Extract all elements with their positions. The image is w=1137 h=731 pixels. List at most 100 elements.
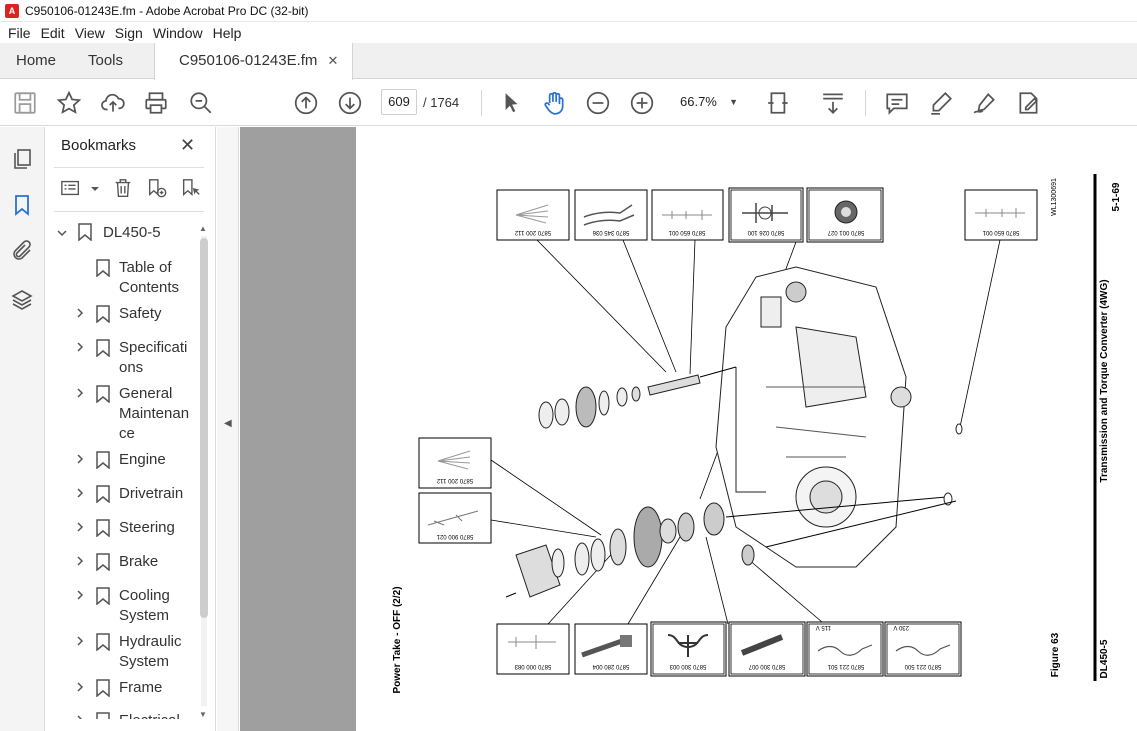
chevron-right-icon[interactable] [74,521,86,533]
menu-help[interactable]: Help [213,25,242,41]
page-number-input[interactable]: 609 [381,89,417,115]
chevron-right-icon[interactable] [74,681,86,693]
bookmark-steering[interactable]: Steering [46,515,198,543]
bookmark-icon [96,679,110,697]
tab-close-icon[interactable]: ✕ [327,53,338,68]
collapse-panel-icon[interactable]: ◀ [224,418,232,429]
menu-file[interactable]: File [8,25,31,41]
cloud-upload-icon[interactable] [100,90,126,116]
chevron-right-icon[interactable] [74,714,86,719]
tool-number: 5870 280 004 [592,663,629,669]
edit-pdf-icon[interactable] [1016,90,1042,116]
zoom-out-icon[interactable] [585,90,611,116]
bookmark-label: Engine [119,451,166,468]
voltage-label: 230 V [893,624,909,630]
panel-splitter[interactable]: ◀ [217,127,239,731]
running-header: Transmission and Torque Converter (4WG) [1099,279,1110,482]
bookmark-options-icon[interactable] [60,177,82,199]
zoom-select[interactable]: 66.7% ▼ [672,89,744,115]
fit-page-icon[interactable] [766,90,792,116]
zoom-value: 66.7% [680,94,717,109]
bookmark-icon [96,633,110,651]
bookmark-icon [96,305,110,323]
close-icon[interactable]: ✕ [180,135,195,156]
bookmark-panel-icon[interactable] [10,193,34,217]
tool-box-top-5: 5870 001 027 [806,187,884,243]
chevron-right-icon[interactable] [74,453,86,465]
tool-box-top-3: 5870 650 001 [651,189,724,241]
find-bookmark-icon[interactable] [180,177,202,199]
chevron-right-icon[interactable] [74,555,86,567]
bookmark-drivetrain[interactable]: Drivetrain [46,481,198,509]
scroll-up-icon[interactable]: ▲ [199,224,207,233]
bookmark-icon [78,223,92,241]
chevron-right-icon[interactable] [74,487,86,499]
tool-box-left-2: 5870 900 021 [418,492,492,544]
left-rail [0,127,45,731]
zoom-in-icon[interactable] [629,90,655,116]
menu-view[interactable]: View [75,25,105,41]
tool-box-bottom-5: 115 V 5870 221 501 [806,621,884,677]
save-icon[interactable] [12,90,38,116]
previous-page-icon[interactable] [293,90,319,116]
star-icon[interactable] [56,90,82,116]
acrobat-logo-icon: A [5,3,19,18]
new-bookmark-icon[interactable] [146,177,168,199]
sign-icon[interactable] [972,90,998,116]
scroll-thumb[interactable] [200,238,208,618]
pages-thumbnails-icon[interactable] [10,147,34,171]
bookmark-tree: DL450-5 Table of Contents Safety Specifi… [46,219,198,719]
chevron-right-icon[interactable] [74,307,86,319]
chevron-right-icon[interactable] [74,589,86,601]
page-number-text: 5-1-69 [1111,182,1122,211]
tool-box-bottom-2: 5870 280 004 [574,623,648,675]
tab-tools[interactable]: Tools [88,43,123,79]
bookmark-frame[interactable]: Frame [46,675,198,703]
chevron-right-icon[interactable] [74,341,86,353]
bookmark-icon [96,519,110,537]
chevron-right-icon[interactable] [74,635,86,647]
select-cursor-icon[interactable] [498,90,524,116]
bookmark-brake[interactable]: Brake [46,549,198,577]
chevron-right-icon[interactable] [74,387,86,399]
comment-icon[interactable] [884,90,910,116]
bookmark-root[interactable]: DL450-5 [46,219,198,247]
bookmark-table-of-contents[interactable]: Table of Contents [46,255,198,299]
voltage-label: 115 V [816,624,831,630]
attachment-icon[interactable] [10,239,34,263]
menu-window[interactable]: Window [153,25,203,41]
bookmarks-panel: Bookmarks ✕ DL450-5 Table of Contents Sa… [46,127,216,731]
menu-sign[interactable]: Sign [115,25,143,41]
toolbar-separator [865,90,866,116]
tool-number: 5870 345 036 [592,229,629,235]
bookmark-cooling-system[interactable]: Cooling System [46,583,198,627]
bookmark-specifications[interactable]: Specificati ons [46,335,198,379]
bookmark-label-line2: ons [119,359,144,376]
tool-box-bottom-1: 5870 000 083 [496,623,570,675]
delete-icon[interactable] [112,177,134,199]
bookmark-safety[interactable]: Safety [46,301,198,329]
tab-home[interactable]: Home [16,43,56,79]
bookmarks-scrollbar[interactable]: ▲ ▼ [197,222,211,722]
bookmark-hydraulic-system[interactable]: Hydraulic System [46,629,198,673]
chevron-down-icon[interactable] [56,227,68,239]
bookmark-general-maintenance[interactable]: General Maintenan ce [46,381,198,445]
bookmark-icon [96,451,110,469]
menu-edit[interactable]: Edit [41,25,65,41]
chevron-down-icon[interactable] [84,177,99,199]
layers-icon[interactable] [10,288,34,312]
hand-tool-icon[interactable] [541,90,567,116]
scroll-down-icon[interactable]: ▼ [199,710,207,719]
bookmark-label: Cooling [119,587,170,604]
print-icon[interactable] [143,90,169,116]
bookmark-label-line2: System [119,607,170,624]
scroll-mode-icon[interactable] [820,90,846,116]
zoom-search-icon[interactable] [188,90,214,116]
bookmark-electrical[interactable]: Electrical [46,708,198,719]
next-page-icon[interactable] [337,90,363,116]
tab-document[interactable]: C950106-01243E.fm ✕ [154,43,354,80]
bookmark-engine[interactable]: Engine [46,447,198,475]
highlight-pen-icon[interactable] [928,90,954,116]
bookmark-label: General [119,385,173,402]
bookmark-icon [96,485,110,503]
